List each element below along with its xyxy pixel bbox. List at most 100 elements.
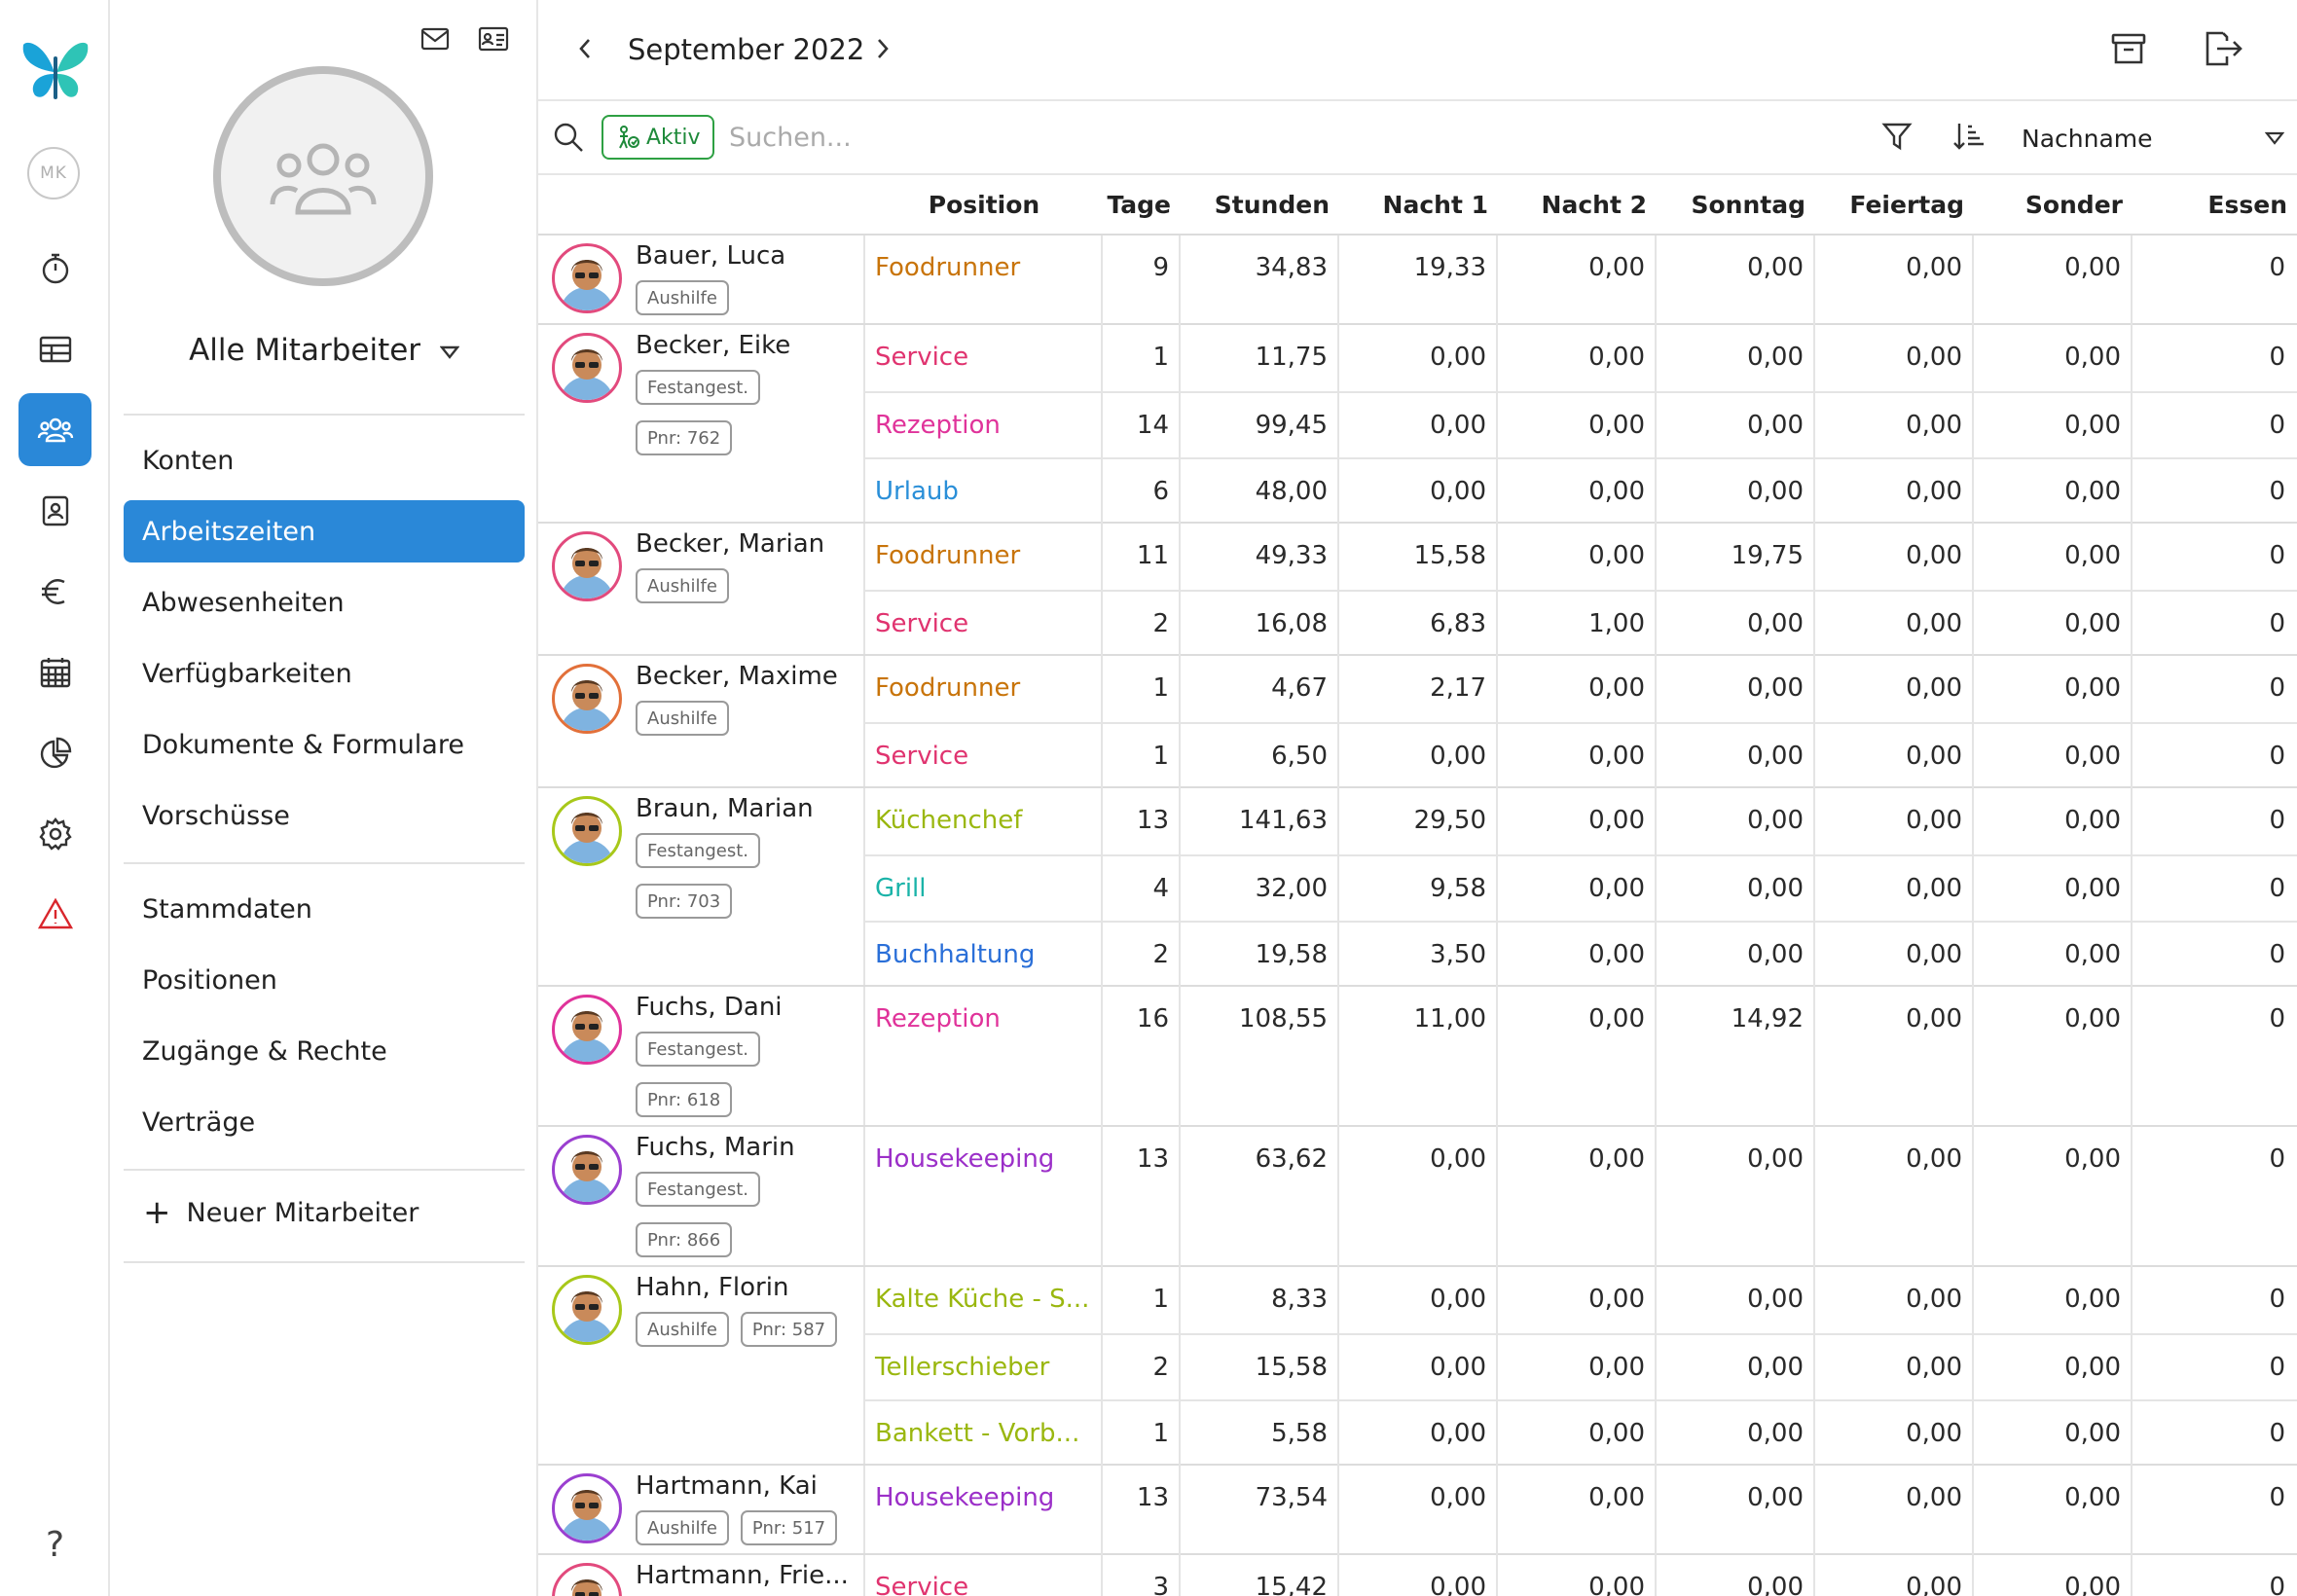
position-row[interactable]: Tellerschieber 2 15,58 0,00 0,00 0,00 0,00 0,00… — [865, 1333, 2297, 1399]
sort-select[interactable]: Nachname — [2022, 119, 2284, 158]
position-row[interactable]: Service 1 11,75 0,00 0,00 0,00 0,00 0,00 0 — [865, 325, 2297, 391]
position-name[interactable]: Housekeeping — [865, 1127, 1103, 1193]
avatar[interactable] — [552, 995, 622, 1065]
sidebar-item-konten[interactable]: Konten — [124, 429, 525, 491]
employee-cell[interactable]: Becker, Marian Aushilfe — [538, 524, 865, 654]
position-name[interactable]: Urlaub — [865, 459, 1103, 524]
position-name[interactable]: Grill — [865, 856, 1103, 921]
position-name[interactable]: Rezeption — [865, 987, 1103, 1053]
position-row[interactable]: Kalte Küche - S... 1 8,33 0,00 0,00 0,00 0,00 0… — [865, 1267, 2297, 1333]
warning-icon[interactable] — [18, 878, 91, 951]
sidebar-item-zugaenge[interactable]: Zugänge & Rechte — [124, 1020, 525, 1082]
employee-row[interactable]: Fuchs, Marin Festangest. Pnr: 866 Housekeep… — [538, 1127, 2297, 1267]
employee-row[interactable]: Fuchs, Dani Festangest. Pnr: 618 Rezeption 1… — [538, 987, 2297, 1127]
position-row[interactable]: Service 2 16,08 6,83 1,00 0,00 0,00 0,00 0 — [865, 590, 2297, 656]
employee-cell[interactable]: Becker, Maxime Aushilfe — [538, 656, 865, 786]
employee-name[interactable]: Becker, Maxime — [636, 662, 838, 691]
column-header-essen[interactable]: Essen — [2133, 191, 2287, 219]
position-row[interactable]: Housekeeping 13 73,54 0,00 0,00 0,00 0,00 0,00 0 — [865, 1466, 2297, 1532]
position-name[interactable]: Foodrunner — [865, 236, 1103, 302]
column-header-sonder[interactable]: Sonder — [1974, 191, 2123, 219]
butterfly-logo-icon[interactable] — [21, 39, 90, 103]
employee-name[interactable]: Hartmann, Kai — [636, 1471, 818, 1501]
users-icon[interactable] — [18, 393, 91, 466]
sidebar-item-verfuegbarkeiten[interactable]: Verfügbarkeiten — [124, 642, 525, 705]
pie-chart-icon[interactable] — [18, 716, 91, 789]
column-header-nacht-2[interactable]: Nacht 2 — [1498, 191, 1647, 219]
employee-name[interactable]: Becker, Eike — [636, 331, 790, 360]
mail-icon[interactable] — [418, 21, 453, 56]
avatar[interactable] — [552, 1135, 622, 1205]
avatar[interactable] — [552, 531, 622, 601]
position-name[interactable]: Tellerschieber — [865, 1335, 1103, 1399]
sidebar-item-positionen[interactable]: Positionen — [124, 949, 525, 1011]
position-name[interactable]: Service — [865, 724, 1103, 788]
chevron-left-icon[interactable] — [567, 31, 602, 66]
stopwatch-icon[interactable] — [18, 232, 91, 305]
avatar[interactable] — [552, 1473, 622, 1543]
chevron-right-icon[interactable] — [865, 31, 900, 66]
position-name[interactable]: Housekeeping — [865, 1466, 1103, 1532]
employee-name[interactable]: Fuchs, Marin — [636, 1133, 795, 1162]
position-row[interactable]: Küchenchef 13 141,63 29,50 0,00 0,00 0,00 0,00 0 — [865, 788, 2297, 854]
avatar[interactable] — [552, 664, 622, 734]
position-row[interactable]: Buchhaltung 2 19,58 3,50 0,00 0,00 0,00 0,00 0 — [865, 921, 2297, 987]
position-row[interactable]: Foodrunner 11 49,33 15,58 0,00 19,75 0,00 0,00 0 — [865, 524, 2297, 590]
help-icon[interactable]: ? — [18, 1508, 91, 1581]
employee-name[interactable]: Hartmann, Frie... — [636, 1561, 849, 1590]
employee-name[interactable]: Hahn, Florin — [636, 1273, 788, 1302]
position-row[interactable]: Rezeption 16 108,55 11,00 0,00 14,92 0,00 0,00 0 — [865, 987, 2297, 1053]
archive-icon[interactable] — [2109, 29, 2148, 72]
contact-card-icon[interactable] — [18, 474, 91, 547]
sort-icon[interactable] — [1951, 121, 1985, 156]
employee-cell[interactable]: Bauer, Luca Aushilfe — [538, 236, 865, 323]
avatar[interactable] — [552, 1275, 622, 1345]
position-row[interactable]: Urlaub 6 48,00 0,00 0,00 0,00 0,00 0,00 0 — [865, 457, 2297, 524]
sidebar-item-vorschuesse[interactable]: Vorschüsse — [124, 784, 525, 847]
employee-row[interactable]: Braun, Marian Festangest. Pnr: 703 Küchench… — [538, 788, 2297, 987]
euro-icon[interactable] — [18, 555, 91, 628]
avatar[interactable] — [552, 333, 622, 403]
column-header-position[interactable]: Position — [865, 191, 1103, 219]
employee-row[interactable]: Hartmann, Frie... Service 3 15,42 0,00 0,00 0,… — [538, 1555, 2297, 1596]
search-icon[interactable] — [552, 121, 585, 158]
position-row[interactable]: Bankett - Vorb... 1 5,58 0,00 0,00 0,00 0,00 0,… — [865, 1399, 2297, 1466]
position-name[interactable]: Foodrunner — [865, 524, 1103, 590]
employee-name[interactable]: Braun, Marian — [636, 794, 814, 823]
table-icon[interactable] — [18, 312, 91, 385]
user-avatar-initials[interactable]: MK — [27, 147, 80, 200]
employee-row[interactable]: Hartmann, Kai Aushilfe Pnr: 517 Housekeepin… — [538, 1466, 2297, 1555]
search-input[interactable] — [729, 115, 1410, 160]
position-name[interactable]: Rezeption — [865, 393, 1103, 457]
column-header-stunden[interactable]: Stunden — [1181, 191, 1330, 219]
position-name[interactable]: Service — [865, 325, 1103, 391]
active-filter-chip[interactable]: Aktiv — [602, 115, 714, 160]
column-header-tage[interactable]: Tage — [1103, 191, 1171, 219]
position-name[interactable]: Service — [865, 1555, 1103, 1596]
position-name[interactable]: Foodrunner — [865, 656, 1103, 722]
position-name[interactable]: Buchhaltung — [865, 923, 1103, 987]
column-header-nacht-1[interactable]: Nacht 1 — [1339, 191, 1488, 219]
avatar[interactable] — [552, 243, 622, 313]
sidebar-item-stammdaten[interactable]: Stammdaten — [124, 878, 525, 940]
sidebar-item-abwesenheiten[interactable]: Abwesenheiten — [124, 571, 525, 634]
position-row[interactable]: Housekeeping 13 63,62 0,00 0,00 0,00 0,00 0,00 0 — [865, 1127, 2297, 1193]
id-card-icon[interactable] — [476, 21, 511, 56]
position-row[interactable]: Foodrunner 9 34,83 19,33 0,00 0,00 0,00 0,00 0 — [865, 236, 2297, 302]
employee-row[interactable]: Becker, Eike Festangest. Pnr: 762 Service 1 1… — [538, 325, 2297, 524]
position-row[interactable]: Grill 4 32,00 9,58 0,00 0,00 0,00 0,00 0 — [865, 854, 2297, 921]
position-name[interactable]: Service — [865, 592, 1103, 656]
new-employee-button[interactable]: + Neuer Mitarbeiter — [143, 1196, 419, 1229]
employee-row[interactable]: Becker, Marian Aushilfe Foodrunner 11 49,33 1… — [538, 524, 2297, 656]
column-header-feiertag[interactable]: Feiertag — [1815, 191, 1964, 219]
group-avatar[interactable] — [213, 66, 433, 286]
employee-name[interactable]: Becker, Marian — [636, 529, 824, 559]
column-header-sonntag[interactable]: Sonntag — [1657, 191, 1806, 219]
position-name[interactable]: Küchenchef — [865, 788, 1103, 854]
employee-cell[interactable]: Hahn, Florin Aushilfe Pnr: 587 — [538, 1267, 865, 1464]
employee-group-selector[interactable]: Alle Mitarbeiter — [110, 333, 538, 368]
calendar-icon[interactable] — [18, 635, 91, 708]
employee-cell[interactable]: Hartmann, Kai Aushilfe Pnr: 517 — [538, 1466, 865, 1553]
employee-name[interactable]: Fuchs, Dani — [636, 993, 783, 1022]
position-name[interactable]: Bankett - Vorb... — [865, 1401, 1103, 1466]
